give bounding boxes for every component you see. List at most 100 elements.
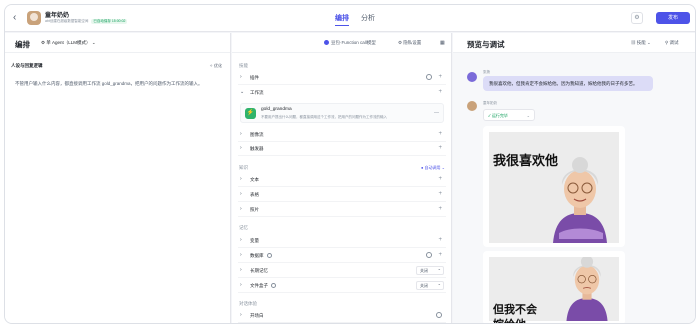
row-label: 触发器 [250,146,264,151]
row-trigger[interactable]: › 触发器 + [238,142,446,156]
row-text[interactable]: › 文本 + [238,173,446,187]
row-label: 变量 [250,238,259,243]
fc-label: 豆包·Function call模型 [331,40,376,45]
add-icon[interactable]: + [438,252,442,258]
add-icon[interactable]: + [438,89,442,95]
remove-icon[interactable]: — [434,110,439,116]
add-icon[interactable]: + [438,145,442,151]
long-memory-select[interactable]: 关闭 [416,265,444,275]
function-call-model[interactable]: 豆包·Function call模型 [324,40,376,46]
row-label: 工作流 [250,90,264,95]
optimize-label: 优化 [214,63,222,68]
add-icon[interactable]: + [438,206,442,212]
preview-header: 预览与调试 ▦ 技能 ⌄ ⚲ 调试 [453,33,695,53]
row-table[interactable]: › 表格 + [238,188,446,202]
workflow-name: gold_grandma [261,107,292,112]
skill-label: 技能 [636,40,646,45]
grandma-image: 我很喜欢他 [489,132,619,243]
file-box-select[interactable]: 关闭 [416,280,444,290]
row-label: 数据库 [250,253,272,259]
group-skills: 技能 [239,63,248,68]
file-box-label: 文件盒子 [250,283,268,288]
chevron-down-icon: ⌄ [240,89,245,95]
chevron-right-icon: › [240,237,242,243]
chevron-right-icon: › [240,282,242,288]
group-memory: 记忆 [239,225,248,230]
prompt-textarea[interactable]: 不管用户输入什么内容，都直接调用工作流 gold_grandma，把用户的问题作… [15,80,215,87]
add-icon[interactable]: + [438,237,442,243]
grandma-illustration [566,257,608,321]
preview-panel: 预览与调试 ▦ 技能 ⌄ ⚲ 调试 张扬 我很喜欢他，但我肯定不会嫁给他。因为我… [453,33,695,323]
row-workflow[interactable]: ⌄ 工作流 + [238,86,446,100]
auto-call-label: 自动调用 [424,165,441,170]
chevron-down-icon: ⌄ [526,113,530,118]
auto-icon[interactable] [426,252,432,258]
info-icon[interactable] [271,283,276,289]
row-label: 插件 [250,75,259,80]
database-label: 数据库 [250,253,264,258]
app-window: ‹ 童年奶奶 abt创建在超级数据智能空间 已自动保存 15:00:02 编排 … [4,4,696,324]
chevron-left-icon[interactable]: ‹ [13,12,16,23]
row-variables[interactable]: › 变量 + [238,234,446,248]
row-opening[interactable]: › 开场白 [238,309,446,323]
bot-space-label: abt创建在超级数据智能空间 [45,19,89,23]
model-selector[interactable]: ⚙ 单 Agent（LLM模式） ⌄ [41,40,96,46]
row-database[interactable]: › 数据库 + [238,249,446,263]
auto-call-toggle[interactable]: ● 自动调用 ⌄ [421,165,445,171]
editor-title: 编排 [15,40,30,49]
chevron-right-icon: › [240,312,242,318]
add-icon[interactable]: + [438,191,442,197]
auto-icon[interactable] [426,74,432,80]
model-dot-icon [324,40,329,46]
image-card[interactable]: 但我不会 [483,251,625,323]
bot-name: 童年奶奶 [45,13,70,19]
debug-label: 调试 [669,40,679,45]
row-plugins[interactable]: › 插件 + [238,71,446,85]
row-image-flow[interactable]: › 图像流 + [238,128,446,142]
settings-icon[interactable]: ⚙ [631,12,643,24]
add-icon[interactable]: + [438,176,442,182]
chevron-right-icon: › [240,191,242,197]
user-message: 我很喜欢他，但我肯定不会嫁给他。因为我知道，嫁给他我的日子有多苦。 [483,76,653,91]
tab-arrange[interactable]: 编排 [335,15,349,26]
row-label: 文件盒子 [250,283,276,289]
privacy-settings[interactable]: ⚙ 隐私设置 [398,40,421,46]
workflow-icon: ⚡ [245,108,256,119]
group-dialog: 对话体验 [239,301,257,306]
preview-title: 预览与调试 [467,40,505,49]
info-icon[interactable] [266,253,272,259]
chevron-right-icon: › [240,131,242,137]
debug-button[interactable]: ⚲ 调试 [665,40,679,46]
chevron-right-icon: › [240,74,242,80]
publish-button[interactable]: 发布 [656,12,690,24]
mode-tabs: 编排 分析 [335,13,385,26]
auto-icon[interactable] [436,312,442,318]
add-icon[interactable]: + [438,131,442,137]
row-label: 长期记忆 [250,268,268,273]
user-name: 张扬 [483,70,490,74]
prompt-panel-header: 编排 ⚙ 单 Agent（LLM模式） ⌄ [5,33,230,53]
row-label: 图像流 [250,132,264,137]
image-card[interactable]: 我很喜欢他 [483,126,625,247]
grandma-image: 但我不会 [489,257,619,321]
row-label: 表格 [250,192,259,197]
row-label: 文本 [250,177,259,182]
prompt-section-title: 人设与回复逻辑 [11,63,43,68]
skill-button[interactable]: ▦ 技能 ⌄ [631,40,651,46]
bot-avatar [27,11,41,25]
run-status[interactable]: ✓ 运行完毕 ⌄ [483,109,535,121]
row-photo[interactable]: › 照片 + [238,203,446,217]
add-icon[interactable]: + [438,74,442,80]
chevron-right-icon: › [240,252,242,258]
user-avatar [467,72,477,82]
optimize-button[interactable]: ✧ 优化 [210,63,222,69]
row-long-memory[interactable]: › 长期记忆 关闭 [238,264,446,278]
tab-analysis[interactable]: 分析 [361,15,375,22]
row-label: 开场白 [250,313,264,318]
bot-avatar [467,101,477,111]
layout-icon[interactable]: ▦ [440,40,445,46]
row-file-box[interactable]: › 文件盒子 关闭 [238,279,446,293]
workflow-item[interactable]: ⚡ gold_grandma 不要用户提出什么问题，都直接调用这个工作流，把用户… [240,103,444,123]
privacy-label: 隐私设置 [403,40,422,45]
bot-name: 童年奶奶 [483,101,497,105]
